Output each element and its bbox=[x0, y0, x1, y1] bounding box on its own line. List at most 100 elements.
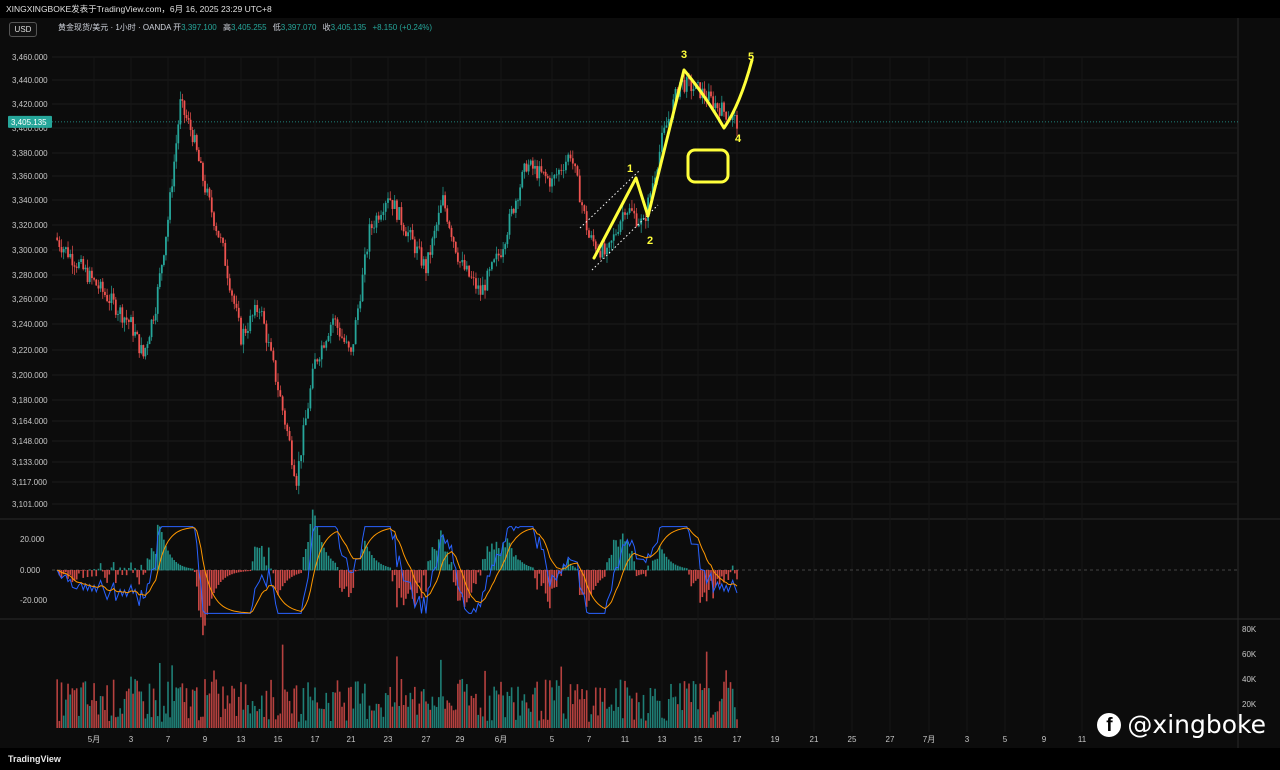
volume-bar bbox=[610, 704, 613, 728]
volume-bar bbox=[265, 690, 268, 728]
facebook-icon: f bbox=[1097, 712, 1122, 737]
volume-bar bbox=[327, 702, 330, 728]
macd-histogram-bar bbox=[588, 570, 590, 601]
volume-bar bbox=[181, 683, 184, 728]
volume-bar bbox=[217, 693, 220, 728]
macd-histogram-bar bbox=[185, 567, 188, 571]
candle-body bbox=[366, 251, 369, 255]
macd-histogram-bar bbox=[242, 570, 245, 572]
volume-bar bbox=[128, 688, 130, 728]
volume-bar bbox=[110, 715, 113, 728]
macd-histogram-bar bbox=[284, 570, 286, 584]
macd-histogram-bar bbox=[327, 555, 330, 571]
candle-body bbox=[363, 254, 366, 275]
candle-body bbox=[260, 311, 263, 312]
volume-bar bbox=[247, 704, 249, 728]
macd-histogram-bar bbox=[654, 559, 656, 571]
volume-bar bbox=[354, 681, 357, 728]
volume-bar bbox=[286, 691, 289, 728]
volume-bar bbox=[414, 686, 416, 728]
macd-histogram-bar bbox=[195, 570, 198, 587]
candle-body bbox=[171, 186, 174, 193]
macd-histogram-bar bbox=[80, 570, 82, 571]
volume-bar bbox=[495, 690, 498, 728]
volume-bar bbox=[654, 688, 656, 728]
candle-body bbox=[384, 202, 387, 212]
x-tick-label: 25 bbox=[848, 735, 857, 744]
volume-tick-label: 40K bbox=[1242, 675, 1257, 684]
macd-histogram-bar bbox=[295, 570, 298, 575]
volume-bar bbox=[683, 681, 686, 728]
volume-bar bbox=[375, 703, 378, 728]
x-tick-label: 5月 bbox=[88, 735, 100, 744]
currency-selector[interactable]: USD bbox=[9, 22, 37, 37]
macd-histogram-bar bbox=[371, 555, 373, 571]
candle-body bbox=[108, 301, 111, 304]
candle-body bbox=[409, 230, 412, 233]
candle-body bbox=[91, 270, 93, 279]
macd-histogram-bar bbox=[332, 560, 334, 571]
volume-bar bbox=[497, 694, 500, 728]
chart-canvas[interactable]: 3,460.0003,440.0003,420.0003,400.0003,38… bbox=[0, 0, 1280, 770]
candle-body bbox=[274, 360, 277, 382]
x-tick-label: 21 bbox=[810, 735, 819, 744]
macd-histogram-bar bbox=[323, 547, 325, 571]
volume-bar bbox=[723, 681, 725, 728]
candle-body bbox=[514, 200, 517, 213]
candle-body bbox=[146, 344, 149, 349]
macd-histogram-bar bbox=[549, 570, 551, 609]
macd-histogram-bar bbox=[488, 551, 491, 571]
candle-body bbox=[531, 160, 534, 169]
volume-bar bbox=[69, 694, 71, 728]
volume-bar bbox=[75, 688, 78, 728]
volume-bar bbox=[86, 704, 89, 728]
macd-histogram-bar bbox=[565, 568, 567, 571]
tradingview-logo[interactable]: TradingView bbox=[8, 754, 61, 764]
candle-body bbox=[413, 239, 416, 254]
volume-bar bbox=[325, 692, 328, 728]
candle-body bbox=[71, 253, 74, 266]
macd-histogram-bar bbox=[302, 557, 305, 571]
volume-bar bbox=[597, 715, 599, 728]
volume-bar bbox=[402, 704, 405, 728]
volume-bar bbox=[619, 679, 622, 728]
candle-body bbox=[320, 345, 323, 360]
candle-body bbox=[628, 208, 631, 213]
candle-body bbox=[404, 231, 407, 237]
macd-histogram-bar bbox=[71, 570, 74, 583]
volume-bar bbox=[721, 698, 723, 728]
volume-bar bbox=[228, 703, 231, 728]
candle-body bbox=[527, 164, 530, 172]
candle-body bbox=[736, 114, 738, 129]
candle-body bbox=[725, 111, 728, 120]
macd-histogram-bar bbox=[389, 567, 392, 571]
macd-histogram-bar bbox=[267, 547, 270, 571]
volume-bar bbox=[187, 718, 190, 728]
macd-histogram-bar bbox=[681, 567, 684, 571]
candle-body bbox=[615, 233, 617, 235]
volume-bar bbox=[123, 698, 126, 728]
macd-histogram-bar bbox=[343, 570, 346, 589]
volume-bar bbox=[73, 690, 76, 728]
candle-body bbox=[411, 230, 414, 240]
candle-body bbox=[329, 324, 332, 336]
volume-bar bbox=[150, 717, 153, 728]
candle-body bbox=[80, 259, 82, 262]
macd-histogram-bar bbox=[136, 570, 138, 578]
macd-histogram-bar bbox=[112, 562, 115, 571]
y-tick-label: 3,380.000 bbox=[12, 149, 48, 158]
volume-bar bbox=[523, 694, 526, 728]
y-tick-label: 3,420.000 bbox=[12, 100, 48, 109]
macd-histogram-bar bbox=[169, 554, 171, 571]
volume-bar bbox=[195, 687, 198, 728]
candle-body bbox=[534, 166, 536, 169]
volume-bar bbox=[58, 720, 61, 728]
candle-body bbox=[206, 188, 209, 193]
volume-bar bbox=[621, 718, 624, 728]
volume-bar bbox=[140, 691, 143, 728]
x-tick-label: 5 bbox=[1003, 735, 1008, 744]
macd-histogram-bar bbox=[173, 560, 175, 571]
candle-body bbox=[169, 192, 171, 220]
volume-bar bbox=[254, 705, 256, 728]
candle-body bbox=[284, 410, 286, 425]
